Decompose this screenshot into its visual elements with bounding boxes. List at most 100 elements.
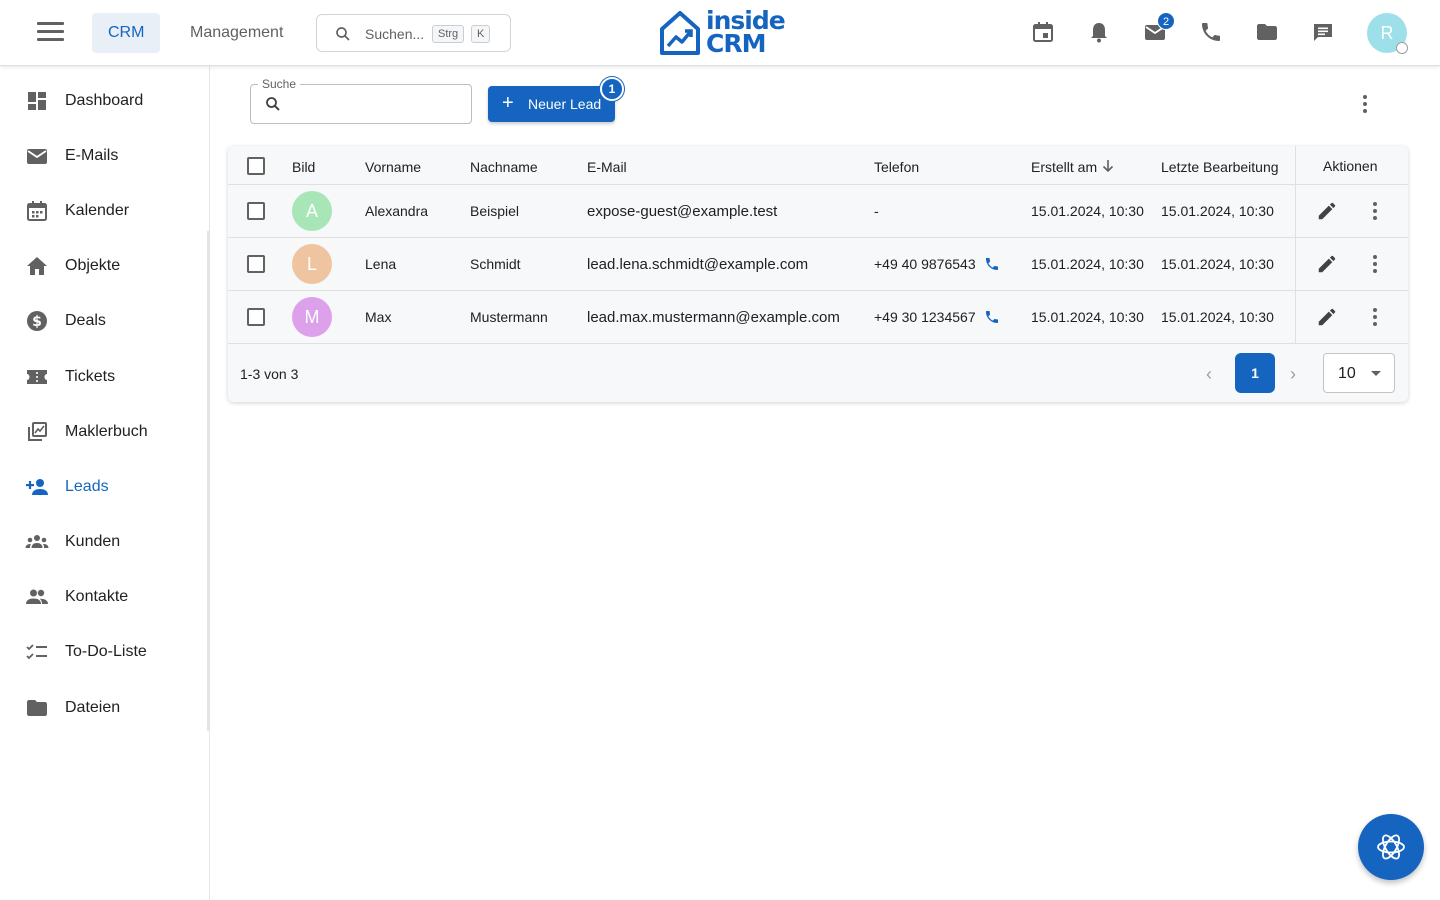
- new-lead-label: Neuer Lead: [528, 96, 602, 112]
- bell-icon[interactable]: [1087, 20, 1111, 44]
- sidebar-item-deals[interactable]: $ Deals: [0, 299, 206, 343]
- top-app-bar: CRM Management Suchen... Strg K inside C…: [0, 0, 1440, 66]
- sidebar-item-label: Tickets: [65, 368, 116, 385]
- rows-per-page-select[interactable]: 10: [1323, 353, 1395, 393]
- sidebar-item-objekte[interactable]: Objekte: [0, 244, 206, 288]
- cell-email[interactable]: lead.max.mustermann@example.com: [587, 309, 840, 326]
- sidebar-item-kalender[interactable]: Kalender: [0, 189, 206, 233]
- row-more-icon[interactable]: [1365, 199, 1385, 223]
- groups-icon: [25, 535, 49, 548]
- chevron-down-icon: [1371, 371, 1381, 376]
- menu-icon[interactable]: [37, 22, 65, 44]
- cell-erstellt: 15.01.2024, 10:30: [1031, 256, 1144, 272]
- folder-icon[interactable]: [1255, 20, 1279, 44]
- logo[interactable]: inside CRM: [658, 8, 788, 57]
- divider: [228, 290, 1408, 291]
- sidebar-scrollbar[interactable]: [207, 231, 210, 731]
- sidebar-item-label: E-Mails: [65, 147, 119, 164]
- ai-assistant-button[interactable]: [1358, 814, 1424, 880]
- tab-crm[interactable]: CRM: [92, 13, 161, 53]
- cell-email[interactable]: lead.lena.schmidt@example.com: [587, 256, 808, 273]
- column-header-nachname[interactable]: Nachname: [470, 159, 538, 175]
- call-icon[interactable]: [984, 256, 1000, 272]
- sidebar-item-leads[interactable]: Leads: [0, 465, 206, 509]
- sidebar-item-tickets[interactable]: Tickets: [0, 355, 206, 399]
- cell-vorname: Max: [365, 309, 392, 325]
- sidebar-item-label: Dashboard: [65, 92, 144, 109]
- status-indicator: [1396, 42, 1408, 54]
- column-header-erstellt[interactable]: Erstellt am: [1031, 159, 1097, 175]
- row-checkbox[interactable]: [247, 308, 265, 326]
- sidebar-item-label: Kontakte: [65, 588, 129, 605]
- divider: [228, 237, 1408, 238]
- cell-nachname: Mustermann: [470, 309, 548, 325]
- sort-desc-icon[interactable]: [1101, 158, 1115, 174]
- sidebar-item-kunden[interactable]: Kunden: [0, 520, 206, 564]
- select-all-checkbox[interactable]: [247, 157, 265, 175]
- column-header-aktionen: Aktionen: [1323, 158, 1378, 174]
- sidebar-item-emails[interactable]: E-Mails: [0, 134, 206, 178]
- logo-house-icon: [660, 11, 700, 55]
- cell-nachname: Schmidt: [470, 256, 521, 272]
- checklist-icon: [26, 644, 47, 660]
- chevron-right-icon[interactable]: ›: [1290, 364, 1296, 385]
- row-more-icon[interactable]: [1365, 305, 1385, 329]
- avatar: A: [292, 191, 332, 231]
- kbd-k: K: [471, 25, 491, 43]
- edit-icon[interactable]: [1316, 253, 1338, 275]
- library-icon: [28, 422, 47, 441]
- avatar: M: [292, 297, 332, 337]
- chat-icon[interactable]: [1311, 20, 1335, 44]
- phone-icon[interactable]: [1199, 20, 1223, 44]
- tour-step-badge[interactable]: 1: [600, 77, 624, 101]
- page-button-current[interactable]: 1: [1235, 353, 1275, 393]
- sidebar-item-label: Deals: [65, 312, 106, 329]
- dollar-icon: $: [27, 311, 47, 331]
- lead-search-label: Suche: [258, 77, 301, 91]
- sidebar-item-label: Kunden: [65, 533, 121, 550]
- cell-telefon: -: [874, 203, 879, 219]
- rows-per-page-value: 10: [1338, 365, 1356, 382]
- sidebar-item-maklerbuch[interactable]: Maklerbuch: [0, 410, 206, 454]
- cell-erstellt: 15.01.2024, 10:30: [1031, 203, 1144, 219]
- sidebar-item-kontakte[interactable]: Kontakte: [0, 575, 206, 619]
- sidebar-item-dateien[interactable]: Dateien: [0, 686, 206, 730]
- mail-badge: 2: [1157, 12, 1175, 30]
- column-header-vorname[interactable]: Vorname: [365, 159, 421, 175]
- global-search[interactable]: Suchen... Strg K: [316, 14, 511, 52]
- new-lead-button[interactable]: + Neuer Lead: [488, 86, 615, 122]
- chevron-left-icon[interactable]: ‹: [1206, 364, 1212, 385]
- sidebar-item-todo[interactable]: To-Do-Liste: [0, 630, 206, 674]
- mail-icon: [27, 149, 47, 164]
- people-icon: [26, 589, 48, 604]
- ticket-icon: [27, 370, 47, 384]
- sidebar-item-dashboard[interactable]: Dashboard: [0, 79, 206, 123]
- dashboard-icon: [28, 92, 46, 110]
- sidebar-item-label: To-Do-Liste: [65, 643, 147, 660]
- sidebar-item-label: Leads: [65, 478, 109, 495]
- divider: [228, 184, 1408, 185]
- search-icon: [266, 97, 280, 111]
- leads-table: Bild Vorname Nachname E-Mail Telefon Ers…: [228, 146, 1408, 402]
- divider: [228, 343, 1408, 344]
- edit-icon[interactable]: [1316, 200, 1338, 222]
- kbd-strg: Strg: [432, 25, 465, 43]
- cell-email[interactable]: expose-guest@example.test: [587, 203, 777, 220]
- row-more-icon[interactable]: [1365, 252, 1385, 276]
- calendar-icon: [27, 201, 47, 221]
- column-header-bearbeitung[interactable]: Letzte Bearbeitung: [1161, 159, 1279, 175]
- cell-vorname: Lena: [365, 256, 397, 272]
- sidebar-item-label: Objekte: [65, 257, 121, 274]
- more-options-icon[interactable]: [1355, 92, 1375, 116]
- column-header-email[interactable]: E-Mail: [587, 159, 627, 175]
- column-header-telefon[interactable]: Telefon: [874, 159, 919, 175]
- edit-icon[interactable]: [1316, 306, 1338, 328]
- call-icon[interactable]: [984, 309, 1000, 325]
- avatar: L: [292, 244, 332, 284]
- calendar-icon[interactable]: [1031, 20, 1055, 44]
- row-checkbox[interactable]: [247, 202, 265, 220]
- tab-management[interactable]: Management: [174, 13, 299, 53]
- row-checkbox[interactable]: [247, 255, 265, 273]
- search-icon: [336, 27, 350, 41]
- cell-telefon: +49 40 9876543: [874, 256, 976, 272]
